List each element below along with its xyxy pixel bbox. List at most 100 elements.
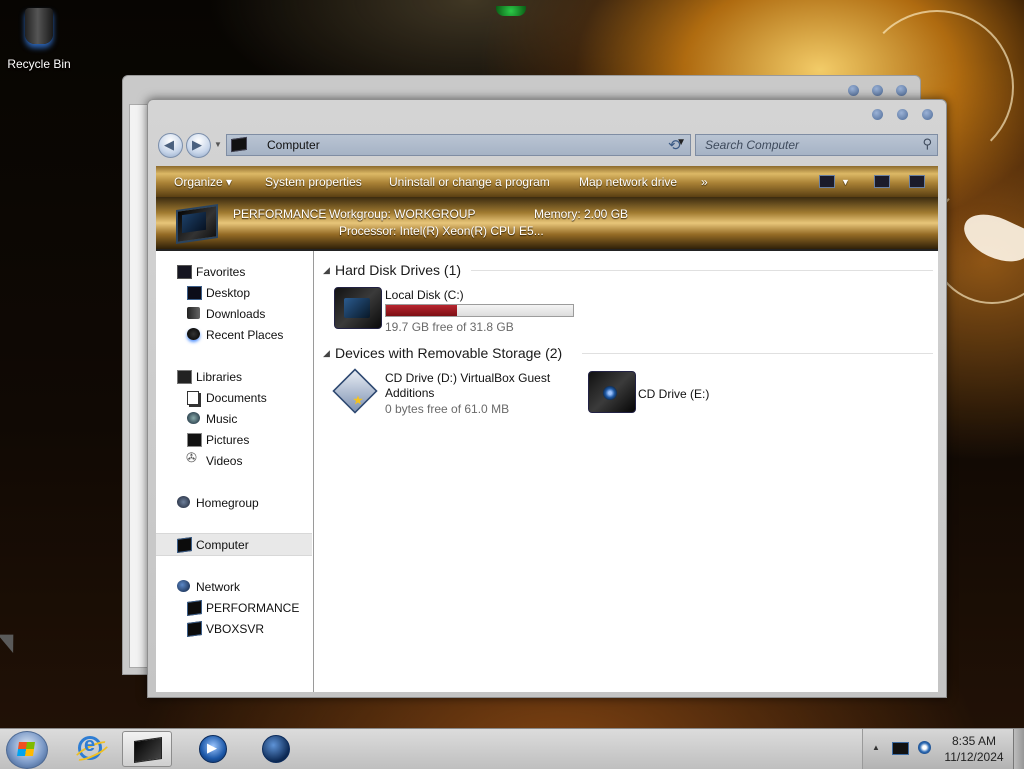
computer-icon	[176, 204, 218, 244]
processor-text: Processor: Intel(R) Xeon(R) CPU E5...	[339, 224, 544, 238]
drive-free-space: 0 bytes free of 61.0 MB	[385, 402, 510, 416]
trash-icon	[25, 8, 53, 44]
explorer-window[interactable]: ◀ ▶ ▼ Computer ▼ ⟲ Search Computer ⚲ Org…	[147, 99, 947, 698]
address-text: Computer	[267, 138, 320, 152]
nav-label: Homegroup	[196, 496, 259, 510]
show-hidden-icons-button[interactable]: ▲	[872, 743, 880, 752]
group-divider	[471, 270, 933, 271]
minimize-icon[interactable]	[872, 109, 883, 120]
collapse-group-icon[interactable]: ◢	[323, 265, 330, 276]
libraries-icon	[177, 370, 192, 384]
nav-label: PERFORMANCE	[206, 601, 300, 615]
nav-music[interactable]: Music	[156, 408, 312, 429]
explorer-icon	[134, 737, 162, 763]
nav-label: Music	[206, 412, 238, 426]
memory-text: Memory: 2.00 GB	[534, 207, 629, 221]
recent-pages-dropdown-icon[interactable]: ▼	[214, 140, 222, 149]
computer-icon	[187, 599, 202, 617]
media-player-icon	[199, 735, 227, 763]
nav-label: Desktop	[206, 286, 251, 300]
clock-time[interactable]: 8:35 AM	[934, 734, 1014, 748]
drive-name: CD Drive (E:)	[638, 387, 710, 401]
clock-date[interactable]: 11/12/2024	[934, 750, 1014, 764]
uninstall-program-button[interactable]: Uninstall or change a program	[389, 175, 550, 189]
volume-icon[interactable]	[918, 741, 931, 754]
change-view-icon[interactable]	[819, 175, 835, 188]
maximize-icon[interactable]	[872, 85, 883, 96]
nav-videos[interactable]: Videos	[156, 450, 312, 471]
show-desktop-button[interactable]	[1013, 729, 1024, 769]
nav-label: Libraries	[196, 370, 243, 384]
nav-label: Recent Places	[206, 328, 284, 342]
collapse-group-icon[interactable]: ◢	[323, 348, 330, 359]
nav-label: Computer	[196, 538, 249, 552]
homegroup-icon	[177, 496, 190, 508]
favorites-icon	[177, 265, 192, 279]
computer-icon	[231, 136, 247, 153]
nav-downloads[interactable]: Downloads	[156, 303, 312, 324]
nav-label: Pictures	[206, 433, 250, 447]
nav-network[interactable]: Network	[156, 576, 312, 597]
nav-documents[interactable]: Documents	[156, 387, 312, 408]
nav-libraries[interactable]: Libraries	[156, 366, 312, 387]
help-icon[interactable]	[909, 175, 925, 188]
minimize-icon[interactable]	[848, 85, 859, 96]
music-icon	[187, 412, 200, 424]
address-bar[interactable]: Computer ▼	[226, 134, 691, 156]
nav-computer[interactable]: Computer	[156, 533, 312, 556]
map-network-drive-button[interactable]: Map network drive	[579, 175, 677, 189]
back-arrow-icon: ◀	[164, 137, 174, 152]
recent-places-icon	[187, 328, 200, 340]
refresh-icon[interactable]: ⟲	[668, 136, 681, 154]
desktop-icon	[187, 286, 202, 300]
group-header-hard-disk-drives[interactable]: Hard Disk Drives (1)	[335, 262, 461, 278]
taskbar: ▲ 8:35 AM 11/12/2024	[0, 728, 1024, 769]
taskbar-internet-explorer[interactable]	[66, 731, 114, 765]
taskbar-windows-explorer[interactable]	[122, 731, 172, 767]
computer-icon	[187, 620, 202, 638]
videos-icon	[186, 450, 200, 466]
drive-item-e[interactable]: CD Drive (E:)	[584, 368, 744, 420]
search-input[interactable]: Search Computer ⚲	[695, 134, 938, 156]
view-options-dropdown-icon[interactable]: ▼	[841, 177, 850, 187]
close-icon[interactable]	[922, 109, 933, 120]
close-icon[interactable]	[896, 85, 907, 96]
start-button[interactable]	[6, 731, 48, 769]
maximize-icon[interactable]	[897, 109, 908, 120]
preview-pane-icon[interactable]	[874, 175, 890, 188]
system-properties-button[interactable]: System properties	[265, 175, 362, 189]
nav-desktop[interactable]: Desktop	[156, 282, 312, 303]
group-header-removable-storage[interactable]: Devices with Removable Storage (2)	[335, 345, 562, 361]
network-status-icon[interactable]	[892, 742, 909, 755]
recycle-bin-icon[interactable]: Recycle Bin	[6, 8, 72, 71]
system-tray: ▲ 8:35 AM 11/12/2024	[862, 729, 1024, 769]
documents-icon	[187, 391, 199, 405]
nav-label: Network	[196, 580, 241, 594]
downloads-icon	[187, 307, 200, 319]
network-icon	[177, 580, 190, 592]
nav-recent-places[interactable]: Recent Places	[156, 324, 312, 345]
taskbar-network-app[interactable]	[251, 731, 299, 765]
nav-pictures[interactable]: Pictures	[156, 429, 312, 450]
organize-button[interactable]: Organize ▾	[174, 175, 232, 189]
nav-network-performance[interactable]: PERFORMANCE	[156, 597, 312, 618]
nav-homegroup[interactable]: Homegroup	[156, 492, 312, 513]
nav-label: VBOXSVR	[206, 622, 265, 636]
navigation-pane: Favorites Desktop Downloads Recent Place…	[156, 251, 314, 692]
search-placeholder: Search Computer	[705, 138, 800, 152]
details-bar: PERFORMANCE Workgroup: WORKGROUP Memory:…	[156, 197, 938, 251]
nav-favorites[interactable]: Favorites	[156, 261, 312, 282]
internet-explorer-icon	[78, 734, 102, 760]
content-pane: ◢ Hard Disk Drives (1) Local Disk (C:) 1…	[314, 251, 938, 692]
nav-label: Downloads	[206, 307, 266, 321]
drive-name: Local Disk (C:)	[385, 288, 464, 302]
back-button[interactable]: ◀	[158, 133, 183, 158]
taskbar-media-player[interactable]	[188, 731, 236, 765]
pictures-icon	[187, 433, 202, 447]
drive-item-d[interactable]: CD Drive (D:) VirtualBox Guest Additions…	[330, 368, 570, 420]
forward-button[interactable]: ▶	[186, 133, 211, 158]
nav-network-vboxsvr[interactable]: VBOXSVR	[156, 618, 312, 639]
more-commands-button[interactable]: »	[701, 175, 708, 189]
drive-name: CD Drive (D:) VirtualBox Guest	[385, 371, 551, 385]
drive-item-c[interactable]: Local Disk (C:) 19.7 GB free of 31.8 GB	[330, 285, 580, 335]
